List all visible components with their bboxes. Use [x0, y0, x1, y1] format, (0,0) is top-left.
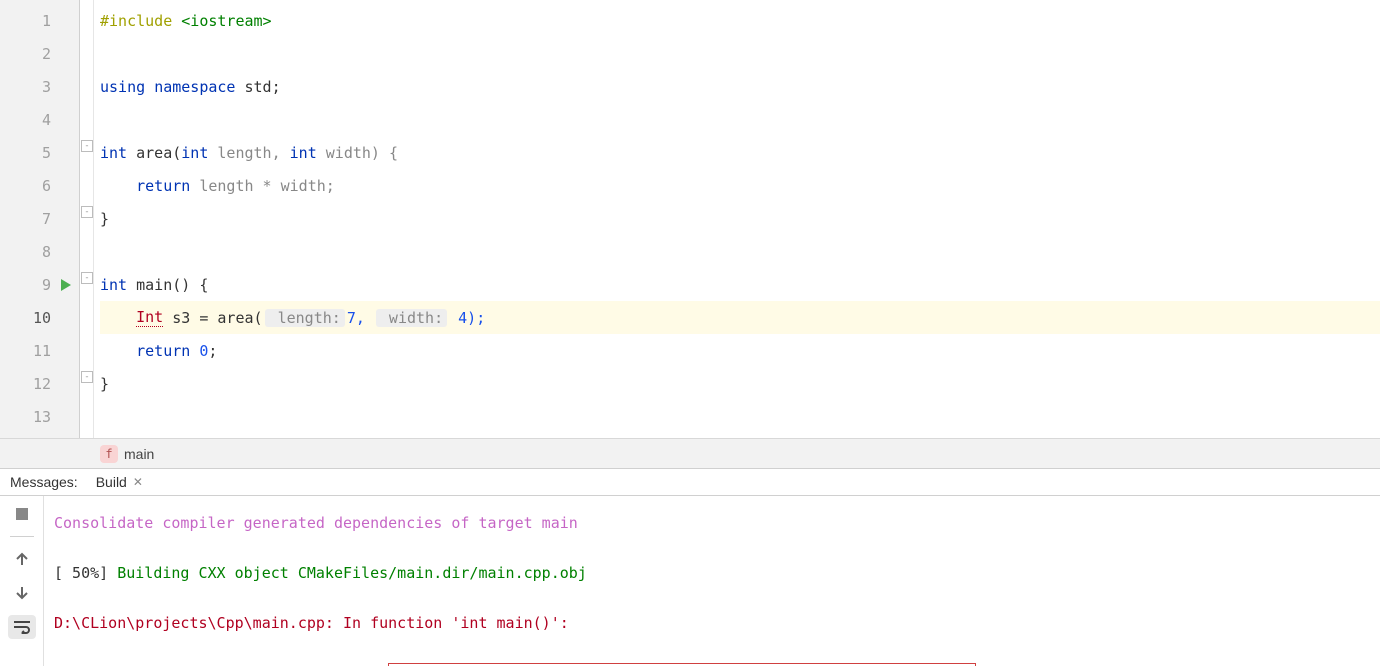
output-line: [ 50%] Building CXX object CMakeFiles/ma…: [54, 561, 1370, 586]
code-line: Int s3 = area( length:7, width: 4);: [100, 301, 1380, 334]
run-gutter-icon[interactable]: [61, 279, 71, 291]
arrow-up-icon[interactable]: [8, 547, 36, 571]
code-line: }: [100, 367, 1380, 400]
code-line: [100, 37, 1380, 70]
code-line: int area(int length, int width) {: [100, 136, 1380, 169]
line-number[interactable]: 5: [0, 136, 79, 169]
code-line: [100, 400, 1380, 433]
line-number[interactable]: 3: [0, 70, 79, 103]
code-line: #include <iostream>: [100, 4, 1380, 37]
line-number[interactable]: 7: [0, 202, 79, 235]
gutter: 1 2 3 4 5 6 7 8 9 10 11 12 13: [0, 0, 80, 438]
close-icon[interactable]: ✕: [133, 475, 143, 489]
code-line: }: [100, 202, 1380, 235]
panel-tab-bar: Messages: Build ✕: [0, 468, 1380, 496]
line-number[interactable]: 13: [0, 400, 79, 433]
separator: [10, 536, 34, 537]
code-editor[interactable]: #include <iostream> using namespace std;…: [94, 0, 1380, 438]
line-number[interactable]: 9: [0, 268, 79, 301]
line-number[interactable]: 12: [0, 367, 79, 400]
stop-icon[interactable]: [8, 502, 36, 526]
fold-column: - - - -: [80, 0, 94, 438]
output-line: Consolidate compiler generated dependenc…: [54, 511, 1370, 536]
inlay-hint: width:: [376, 309, 447, 327]
tab-build[interactable]: Build ✕: [88, 469, 151, 495]
breadcrumb-label: main: [124, 446, 154, 462]
fold-open-icon[interactable]: -: [81, 272, 93, 284]
inlay-hint: length:: [265, 309, 345, 327]
fold-close-icon[interactable]: -: [81, 371, 93, 383]
soft-wrap-icon[interactable]: [8, 615, 36, 639]
breadcrumb[interactable]: f main: [0, 438, 1380, 468]
output-line: D:\CLion\projects\Cpp\main.cpp:10:5: err…: [54, 661, 1370, 666]
messages-label: Messages:: [0, 474, 88, 490]
line-number[interactable]: 1: [0, 4, 79, 37]
line-number[interactable]: 4: [0, 103, 79, 136]
fold-close-icon[interactable]: -: [81, 206, 93, 218]
function-icon: f: [100, 445, 118, 463]
code-line: [100, 103, 1380, 136]
output-toolbar: [0, 496, 44, 666]
line-number[interactable]: 10: [0, 301, 79, 334]
code-line: return length * width;: [100, 169, 1380, 202]
editor-area: 1 2 3 4 5 6 7 8 9 10 11 12 13 - - - - #i…: [0, 0, 1380, 438]
code-line: int main() {: [100, 268, 1380, 301]
line-number[interactable]: 6: [0, 169, 79, 202]
fold-open-icon[interactable]: -: [81, 140, 93, 152]
build-output-panel: Consolidate compiler generated dependenc…: [0, 496, 1380, 666]
output-line: D:\CLion\projects\Cpp\main.cpp: In funct…: [54, 611, 1370, 636]
line-number[interactable]: 8: [0, 235, 79, 268]
build-output[interactable]: Consolidate compiler generated dependenc…: [44, 496, 1380, 666]
code-line: using namespace std;: [100, 70, 1380, 103]
line-number[interactable]: 11: [0, 334, 79, 367]
code-line: [100, 235, 1380, 268]
line-number[interactable]: 2: [0, 37, 79, 70]
arrow-down-icon[interactable]: [8, 581, 36, 605]
code-line: return 0;: [100, 334, 1380, 367]
